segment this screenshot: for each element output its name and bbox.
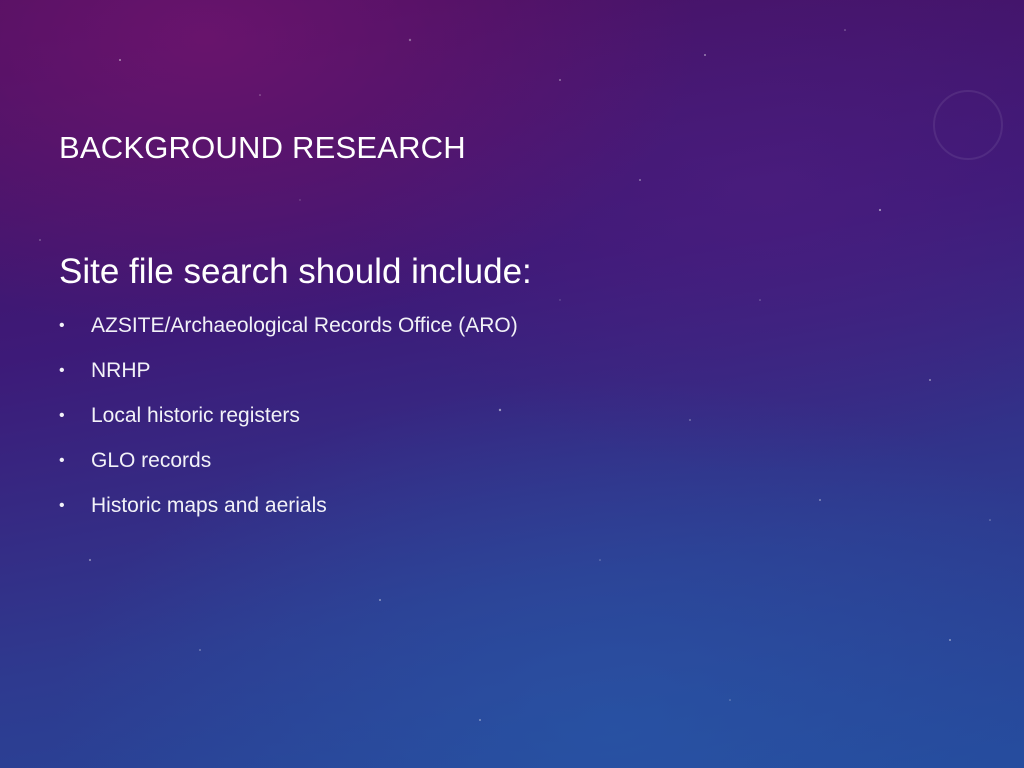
bullet-item: • Historic maps and aerials bbox=[59, 488, 959, 533]
content-heading: Site file search should include: bbox=[59, 252, 532, 291]
bullet-item: • GLO records bbox=[59, 443, 959, 488]
bullet-marker: • bbox=[59, 407, 65, 424]
bullet-marker: • bbox=[59, 317, 65, 334]
bullet-text: AZSITE/Archaeological Records Office (AR… bbox=[91, 314, 518, 337]
bullet-text: GLO records bbox=[91, 449, 212, 472]
bullet-marker: • bbox=[59, 362, 65, 379]
bullet-list: • AZSITE/Archaeological Records Office (… bbox=[59, 308, 959, 533]
bullet-marker: • bbox=[59, 452, 65, 469]
slide-content: Site file search should include: • AZSIT… bbox=[59, 250, 959, 533]
bullet-marker: • bbox=[59, 497, 65, 514]
bullet-text: Historic maps and aerials bbox=[91, 494, 327, 517]
decorative-ring bbox=[933, 90, 1003, 160]
bullet-item: • Local historic registers bbox=[59, 398, 959, 443]
bullet-text: NRHP bbox=[91, 359, 151, 382]
bullet-item: • AZSITE/Archaeological Records Office (… bbox=[59, 308, 959, 353]
slide-title: BACKGROUND RESEARCH bbox=[59, 130, 466, 165]
bullet-item: • NRHP bbox=[59, 353, 959, 398]
bullet-text: Local historic registers bbox=[91, 404, 300, 427]
